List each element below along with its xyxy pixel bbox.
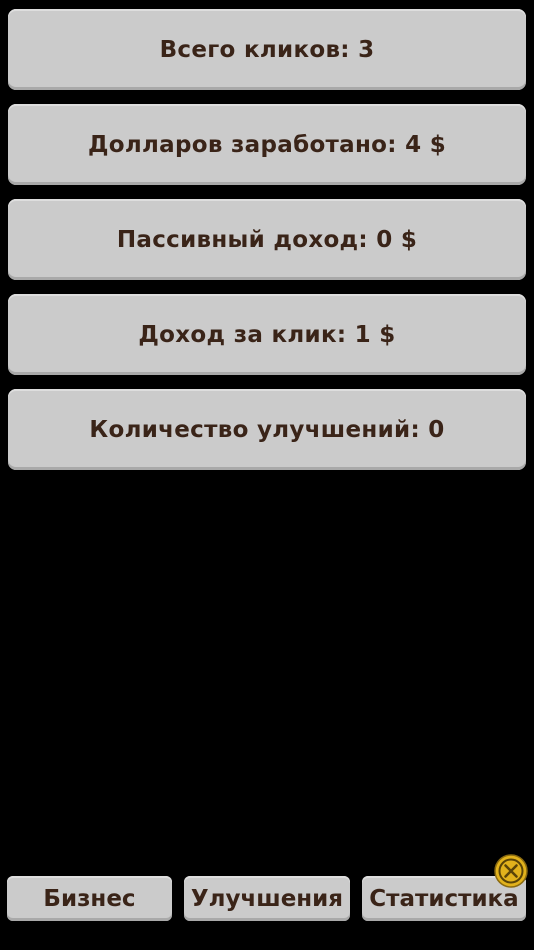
stat-passive-income-label: Пассивный доход: 0 $	[116, 226, 418, 253]
tab-upgrades-label: Улучшения	[190, 885, 344, 912]
stat-passive-income: Пассивный доход: 0 $	[8, 199, 526, 280]
stat-total-clicks-label: Всего кликов: 3	[159, 36, 375, 63]
bottom-tab-bar: Бизнес Улучшения Статистика	[0, 876, 534, 922]
stat-income-per-click: Доход за клик: 1 $	[8, 294, 526, 375]
stat-total-clicks: Всего кликов: 3	[8, 9, 526, 90]
tab-business[interactable]: Бизнес	[7, 876, 172, 921]
statistics-panel: Всего кликов: 3 Долларов заработано: 4 $…	[8, 9, 526, 484]
stat-upgrades-count-label: Количество улучшений: 0	[89, 416, 445, 443]
tab-statistics-label: Статистика	[369, 885, 519, 912]
stat-dollars-earned: Долларов заработано: 4 $	[8, 104, 526, 185]
tab-upgrades[interactable]: Улучшения	[184, 876, 350, 921]
stat-income-per-click-label: Доход за клик: 1 $	[138, 321, 396, 348]
tab-business-label: Бизнес	[43, 885, 136, 912]
close-circle-icon[interactable]	[494, 854, 528, 888]
stat-upgrades-count: Количество улучшений: 0	[8, 389, 526, 470]
stat-dollars-earned-label: Долларов заработано: 4 $	[87, 131, 447, 158]
